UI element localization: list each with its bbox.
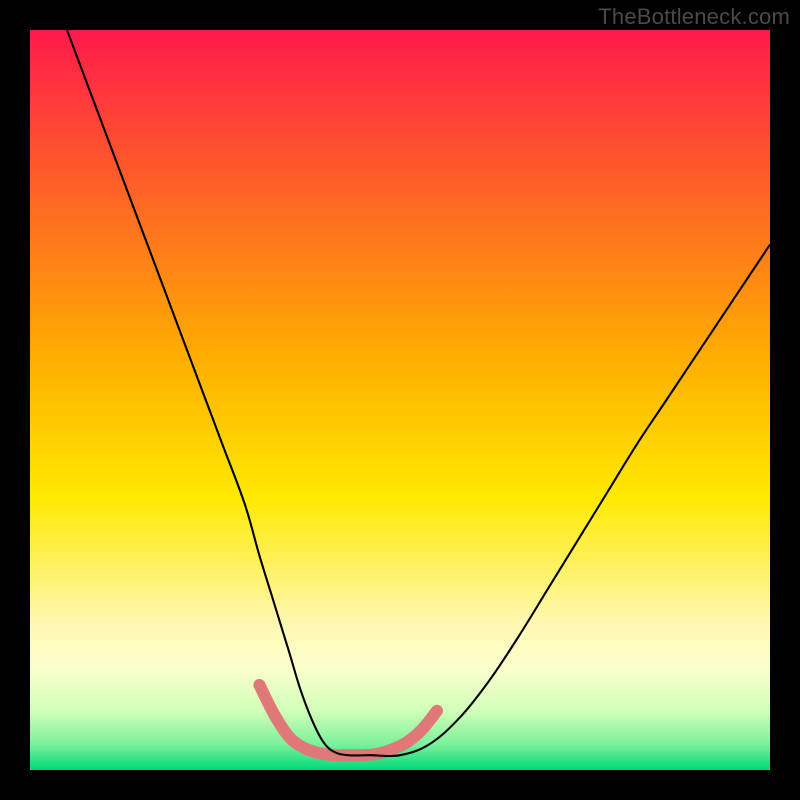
chart-svg: [30, 30, 770, 770]
watermark-text: TheBottleneck.com: [598, 4, 790, 30]
chart-container: TheBottleneck.com: [0, 0, 800, 800]
plot-area: [30, 30, 770, 770]
gradient-background: [30, 30, 770, 770]
